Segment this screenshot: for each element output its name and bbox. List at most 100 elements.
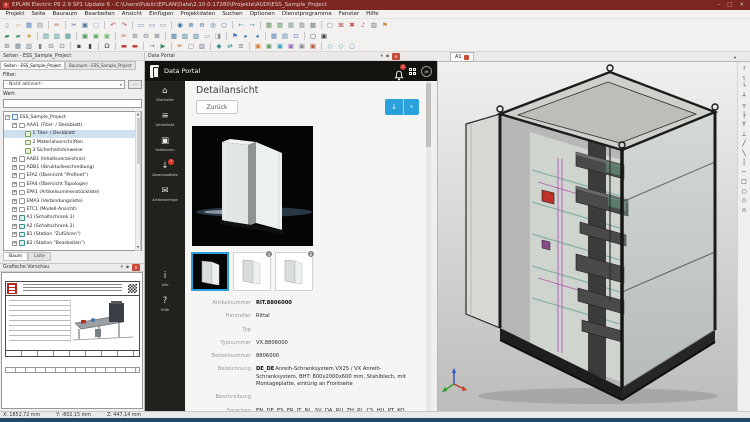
expander-icon[interactable]: + xyxy=(12,199,17,204)
menu-item[interactable]: Hilfe xyxy=(363,11,383,17)
point-icon[interactable]: ▪ xyxy=(74,41,84,51)
view-iso-icon[interactable]: ◇ xyxy=(336,41,346,51)
dock-dropdown-icon[interactable]: ▾ xyxy=(121,265,123,270)
menu-item[interactable]: Fenster xyxy=(335,11,362,17)
draw-tool-icon[interactable]: ┴ xyxy=(740,93,749,101)
favorites-icon[interactable]: ★ xyxy=(24,31,34,41)
close-button[interactable]: ✕ xyxy=(739,0,744,10)
draw-tool-icon[interactable]: ╲ xyxy=(740,150,749,158)
tree-item[interactable]: + B1 (Station "Zuführen") xyxy=(4,230,141,238)
download-button[interactable]: ↓ xyxy=(385,99,404,115)
copy-icon[interactable]: ▣ xyxy=(80,20,90,30)
menu-item[interactable]: Einfügen xyxy=(146,11,177,17)
dock-pin-icon[interactable]: ▪ xyxy=(386,54,389,59)
expander-icon[interactable]: − xyxy=(5,115,10,120)
macro-icon[interactable]: ♪ xyxy=(358,20,368,30)
draw-tool-icon[interactable]: Y xyxy=(740,121,749,129)
expander-icon[interactable]: + xyxy=(12,182,17,187)
ruler-icon[interactable]: ▥ xyxy=(24,41,34,51)
view-se-icon[interactable]: ◇ xyxy=(325,41,335,51)
tree-item[interactable]: − AAA1 (Titel- / Deckblatt) xyxy=(4,121,141,129)
tree-item[interactable]: + A2 (Schaltschrank 2) xyxy=(4,222,141,230)
expander-icon[interactable]: − xyxy=(12,123,17,128)
expander-icon[interactable]: + xyxy=(12,190,17,195)
forward-icon[interactable]: → xyxy=(247,20,257,30)
dock-close-icon[interactable]: ✕ xyxy=(392,53,400,60)
draw-tool-icon[interactable]: ─ xyxy=(740,169,749,177)
tab-baum[interactable]: Baum xyxy=(3,252,28,261)
save-icon[interactable]: ▦ xyxy=(24,20,34,30)
grid-3-icon[interactable]: ▦ xyxy=(286,20,296,30)
edit-icon[interactable]: ✏ xyxy=(52,20,62,30)
menu-item[interactable]: Dienstprogramme xyxy=(278,11,335,17)
tree-item[interactable]: + EFA2 (Übersicht "Profinet") xyxy=(4,172,141,180)
grid-style-icon[interactable]: ▦ xyxy=(13,41,23,51)
grid-on-icon[interactable]: ⊞ xyxy=(2,41,12,51)
draw-tool-icon[interactable]: │ xyxy=(740,159,749,167)
thumbnail-door[interactable]: 6 xyxy=(275,252,313,291)
draw-tool-icon[interactable]: ◇ xyxy=(740,197,749,205)
sidebar-item[interactable]: ✉ Artikelanfrage xyxy=(152,186,177,202)
paste-icon[interactable]: ▢ xyxy=(91,20,101,30)
page-close-icon[interactable]: ▭ xyxy=(158,20,168,30)
draw-tool-icon[interactable]: ○ xyxy=(740,188,749,196)
page-preview-icon[interactable]: ▭ xyxy=(147,20,157,30)
frame-icon[interactable]: ▭ xyxy=(202,31,212,41)
menu-item[interactable]: Projektdaten xyxy=(177,11,219,17)
thumbnail-frame-3d[interactable]: 4 xyxy=(233,252,271,291)
cut-icon[interactable]: ✂ xyxy=(69,20,79,30)
data-portal-dock-title[interactable]: Data Portal ▾ ▪ ✕ xyxy=(145,52,437,61)
tree-item[interactable]: + B2 (Station "Bearbeiten") xyxy=(4,239,141,247)
draw-tool-icon[interactable]: ╱ xyxy=(740,140,749,148)
draw-tool-icon[interactable]: └ xyxy=(740,83,749,91)
insert-macro-icon[interactable]: ⊠ xyxy=(152,31,162,41)
sidebar-item[interactable]: ? Hilfe xyxy=(159,296,171,312)
tree-item[interactable]: + EMA3 (Verbindungsliste) xyxy=(4,197,141,205)
line-width-icon[interactable]: ▮ xyxy=(85,41,95,51)
view-top-icon[interactable]: ○ xyxy=(347,41,357,51)
zoom-window-icon[interactable]: ◎ xyxy=(208,20,218,30)
scroll-thumb[interactable] xyxy=(426,83,431,147)
new-icon[interactable]: ▯ xyxy=(2,20,12,30)
list-icon[interactable]: ▤ xyxy=(41,31,51,41)
page-icon[interactable]: ▭ xyxy=(136,20,146,30)
cube-orange-icon[interactable]: ▣ xyxy=(253,41,263,51)
sidebar-item[interactable]: ≡ Artikelliste xyxy=(156,111,175,127)
tree-scrollbar[interactable]: ▲ ▼ xyxy=(135,111,141,251)
menu-item[interactable]: Projekt xyxy=(2,11,28,17)
draw-tool-icon[interactable]: ┐ xyxy=(740,74,749,82)
minimize-button[interactable]: – xyxy=(717,0,720,10)
cube-teal-icon[interactable]: ▣ xyxy=(275,41,285,51)
download-options-chevron-icon[interactable]: ▾ xyxy=(404,99,419,115)
rect-icon[interactable]: ▢ xyxy=(186,41,196,51)
potential-icon[interactable]: ▬ xyxy=(130,41,140,51)
insert-box-icon[interactable]: ⊟ xyxy=(141,31,151,41)
draw-tool-icon[interactable]: ∩ xyxy=(740,207,749,215)
tab-bauraum[interactable]: Bauraum - ESS_Sample_Project xyxy=(65,61,136,70)
draw-tool-icon[interactable]: □ xyxy=(740,178,749,186)
apps-grid-icon[interactable] xyxy=(409,68,416,75)
insert-symbol-icon[interactable]: ⊞ xyxy=(130,31,140,41)
portal-scrollbar[interactable] xyxy=(426,81,431,411)
grid-1-icon[interactable]: ▦ xyxy=(264,20,274,30)
plc-icon[interactable]: ▦ xyxy=(269,31,279,41)
draw-tool-icon[interactable]: ⊥ xyxy=(740,131,749,139)
tree-item[interactable]: + AAB1 (Inhaltsverzeichnis) xyxy=(4,155,141,163)
dark-panel-icon[interactable]: ▣ xyxy=(319,31,329,41)
print-icon[interactable]: ▤ xyxy=(35,20,45,30)
back-button[interactable]: Zurück xyxy=(196,100,238,114)
back-icon[interactable]: ← xyxy=(236,20,246,30)
sidebar-item[interactable]: i Info xyxy=(159,271,171,287)
draw-icon[interactable]: ✏ xyxy=(175,41,185,51)
expander-icon[interactable]: + xyxy=(12,207,17,212)
user-avatar[interactable]: JH xyxy=(421,66,432,77)
scroll-down-icon[interactable]: ▼ xyxy=(136,245,140,250)
terminal-icon[interactable]: ▣ xyxy=(91,31,101,41)
tree-item[interactable]: + ETC1 (Modell-Ansicht) xyxy=(4,205,141,213)
bus-icon[interactable]: ▤ xyxy=(280,31,290,41)
maximize-button[interactable]: □ xyxy=(727,0,732,10)
tree-item[interactable]: + A1 (Schaltschrank 1) xyxy=(4,214,141,222)
project-open-icon[interactable]: ▰ xyxy=(13,31,23,41)
menu-item[interactable]: Suchen xyxy=(219,11,246,17)
structure-icon[interactable]: ▨ xyxy=(180,31,190,41)
